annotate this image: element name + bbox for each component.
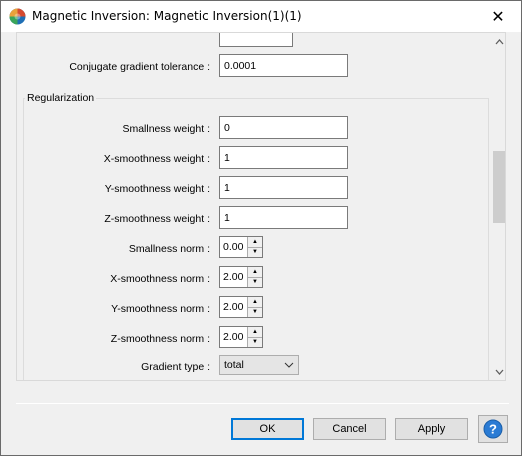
y-smoothness-norm-value[interactable]: 2.00 bbox=[220, 297, 247, 317]
chevron-down-icon bbox=[284, 362, 294, 368]
close-button[interactable]: ✕ bbox=[475, 1, 521, 32]
cancel-button[interactable]: Cancel bbox=[313, 418, 386, 440]
spin-buttons: ▲ ▼ bbox=[247, 327, 262, 347]
x-smoothness-norm-label: X-smoothness norm : bbox=[110, 273, 210, 285]
window-title: Magnetic Inversion: Magnetic Inversion(1… bbox=[32, 9, 302, 23]
dialog-window: Magnetic Inversion: Magnetic Inversion(1… bbox=[0, 0, 522, 456]
smallness-norm-value[interactable]: 0.00 bbox=[220, 237, 247, 257]
x-smoothness-weight-input[interactable] bbox=[219, 146, 348, 169]
spin-up-icon[interactable]: ▲ bbox=[248, 267, 262, 278]
spin-buttons: ▲ ▼ bbox=[247, 267, 262, 287]
spin-up-icon[interactable]: ▲ bbox=[248, 237, 262, 248]
scrollbar-thumb[interactable] bbox=[493, 151, 505, 223]
spin-down-icon[interactable]: ▼ bbox=[248, 277, 262, 287]
title-bar: Magnetic Inversion: Magnetic Inversion(1… bbox=[1, 1, 521, 32]
scroll-up-icon[interactable] bbox=[491, 33, 505, 50]
partial-input-field[interactable] bbox=[219, 33, 293, 47]
z-smoothness-weight-label: Z-smoothness weight : bbox=[104, 213, 210, 225]
y-smoothness-norm-label: Y-smoothness norm : bbox=[111, 303, 210, 315]
form-scroll-area[interactable]: Conjugate gradient tolerance : Regulariz… bbox=[16, 32, 506, 381]
z-smoothness-norm-value[interactable]: 2.00 bbox=[220, 327, 247, 347]
gradient-type-label: Gradient type : bbox=[141, 361, 210, 373]
form-content: Conjugate gradient tolerance : Regulariz… bbox=[17, 33, 491, 380]
regularization-group-title: Regularization bbox=[25, 92, 97, 104]
spin-up-icon[interactable]: ▲ bbox=[248, 327, 262, 338]
gradient-type-value: total bbox=[224, 359, 244, 371]
z-smoothness-norm-spinbox[interactable]: 2.00 ▲ ▼ bbox=[219, 326, 263, 348]
cg-tolerance-label: Conjugate gradient tolerance : bbox=[69, 61, 210, 73]
footer-separator bbox=[16, 403, 509, 404]
smallness-norm-spinbox[interactable]: 0.00 ▲ ▼ bbox=[219, 236, 263, 258]
y-smoothness-norm-spinbox[interactable]: 2.00 ▲ ▼ bbox=[219, 296, 263, 318]
spin-down-icon[interactable]: ▼ bbox=[248, 307, 262, 317]
help-button[interactable]: ? bbox=[478, 415, 508, 443]
y-smoothness-weight-input[interactable] bbox=[219, 176, 348, 199]
smallness-weight-input[interactable] bbox=[219, 116, 348, 139]
smallness-norm-label: Smallness norm : bbox=[128, 243, 210, 255]
apply-button[interactable]: Apply bbox=[395, 418, 468, 440]
gradient-type-select[interactable]: total bbox=[219, 355, 299, 375]
vertical-scrollbar[interactable] bbox=[491, 33, 505, 380]
scroll-down-icon[interactable] bbox=[491, 363, 505, 380]
x-smoothness-weight-label: X-smoothness weight : bbox=[103, 153, 210, 165]
spin-down-icon[interactable]: ▼ bbox=[248, 247, 262, 257]
x-smoothness-norm-value[interactable]: 2.00 bbox=[220, 267, 247, 287]
z-smoothness-norm-label: Z-smoothness norm : bbox=[110, 333, 210, 345]
ok-button[interactable]: OK bbox=[231, 418, 304, 440]
smallness-weight-label: Smallness weight : bbox=[122, 123, 210, 135]
help-glyph: ? bbox=[489, 422, 497, 437]
x-smoothness-norm-spinbox[interactable]: 2.00 ▲ ▼ bbox=[219, 266, 263, 288]
close-icon: ✕ bbox=[491, 8, 505, 26]
app-globe-icon bbox=[9, 8, 26, 25]
help-icon: ? bbox=[483, 419, 503, 439]
cg-tolerance-input[interactable] bbox=[219, 54, 348, 77]
spin-up-icon[interactable]: ▲ bbox=[248, 297, 262, 308]
spin-down-icon[interactable]: ▼ bbox=[248, 337, 262, 347]
z-smoothness-weight-input[interactable] bbox=[219, 206, 348, 229]
y-smoothness-weight-label: Y-smoothness weight : bbox=[104, 183, 210, 195]
spin-buttons: ▲ ▼ bbox=[247, 237, 262, 257]
spin-buttons: ▲ ▼ bbox=[247, 297, 262, 317]
